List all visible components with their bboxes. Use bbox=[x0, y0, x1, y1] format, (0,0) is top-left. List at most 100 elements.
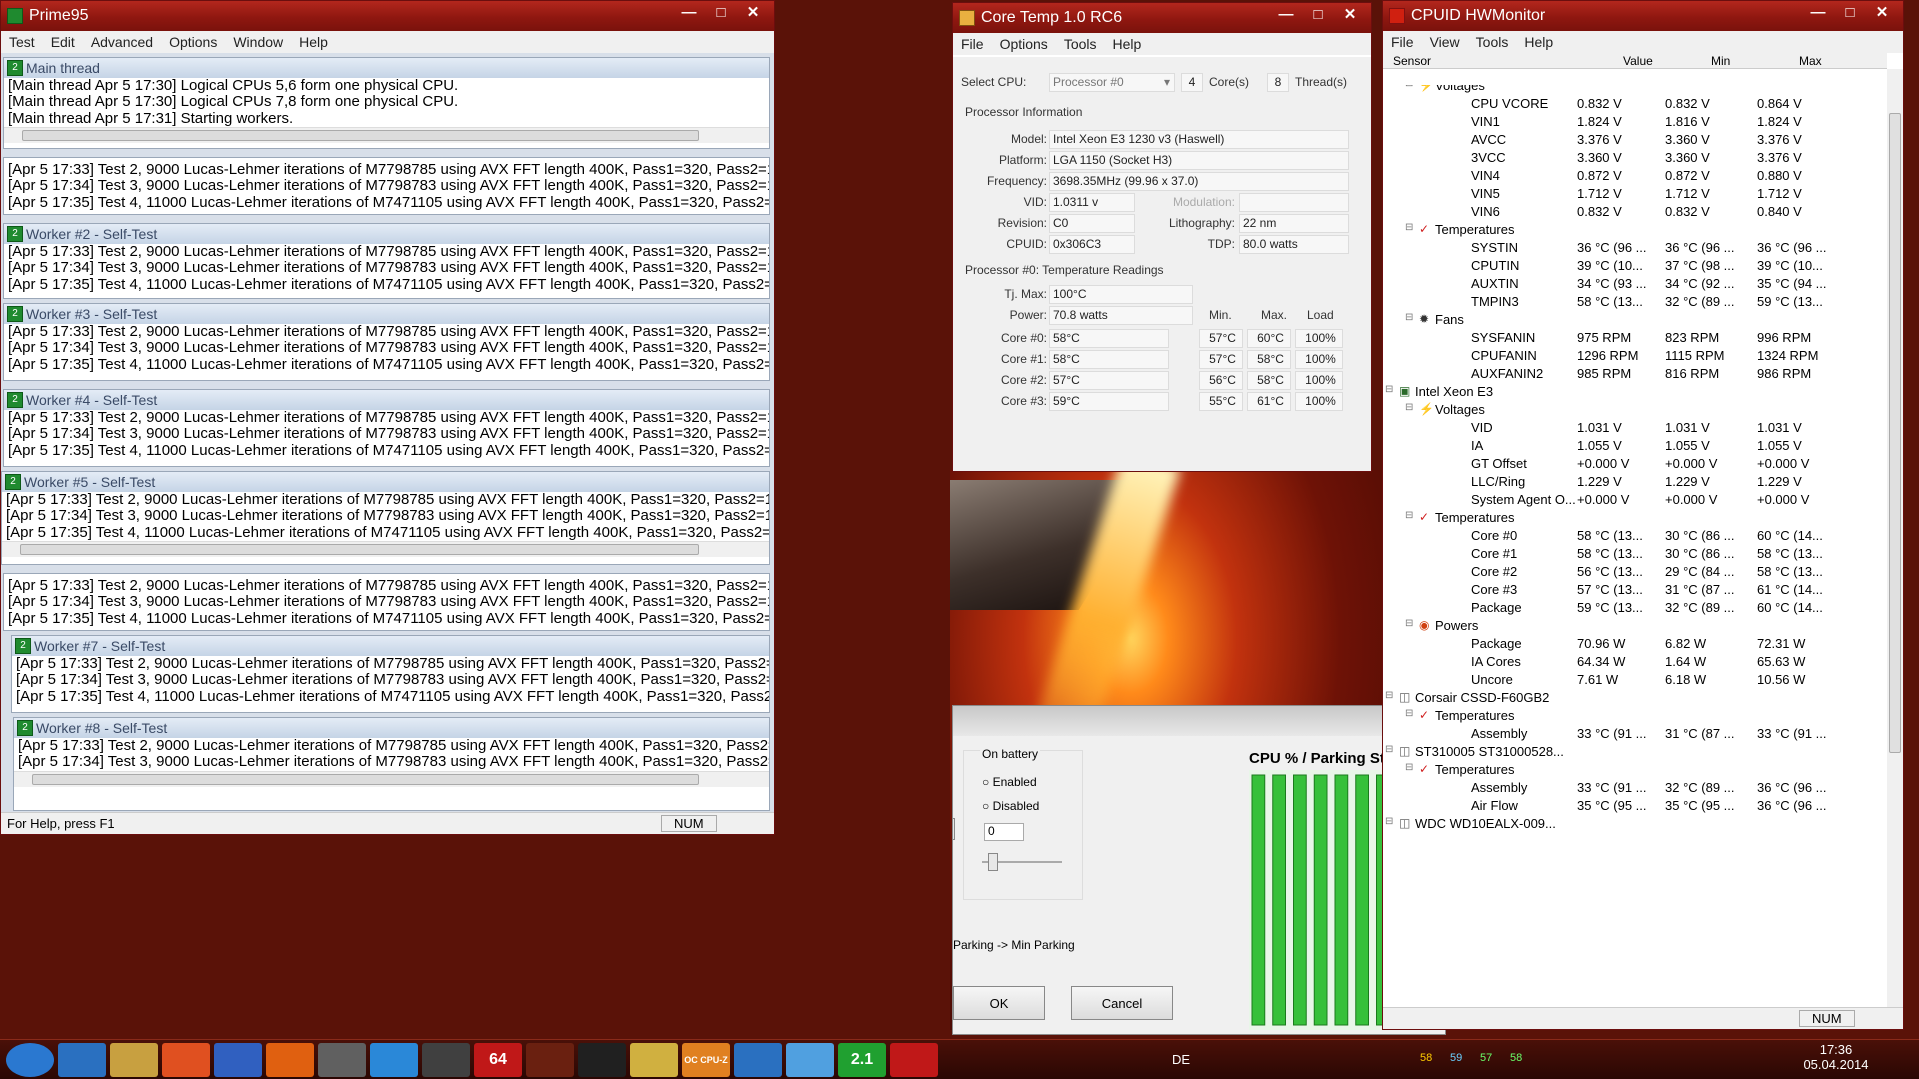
media-player-icon[interactable] bbox=[162, 1043, 210, 1077]
cancel-button[interactable]: Cancel bbox=[1071, 986, 1173, 1020]
sensor-row[interactable]: IA 1.055 V 1.055 V 1.055 V bbox=[1383, 437, 1887, 455]
sensor-row[interactable]: Core #0 58 °C (13... 30 °C (86 ... 60 °C (1… bbox=[1383, 527, 1887, 545]
sensor-row[interactable]: 3VCC 3.360 V 3.360 V 3.376 V bbox=[1383, 149, 1887, 167]
expand-toggle-icon[interactable]: ⊟ bbox=[1385, 816, 1393, 827]
cpu-select[interactable]: Processor #0 ▾ bbox=[1049, 73, 1175, 92]
sensor-row[interactable]: ⊟ ✓ Temperatures bbox=[1383, 707, 1887, 725]
close-button[interactable]: ✕ bbox=[1867, 1, 1897, 23]
sensor-row[interactable]: LLC/Ring 1.229 V 1.229 V 1.229 V bbox=[1383, 473, 1887, 491]
max-column-header[interactable]: Max bbox=[1799, 54, 1822, 68]
sensor-row[interactable]: Air Flow 35 °C (95 ... 35 °C (95 ... 36 °C … bbox=[1383, 797, 1887, 815]
sensor-row[interactable]: VID 1.031 V 1.031 V 1.031 V bbox=[1383, 419, 1887, 437]
menu-item[interactable]: Options bbox=[992, 36, 1056, 52]
expand-toggle-icon[interactable]: ⊟ bbox=[1405, 708, 1413, 719]
sensor-row[interactable]: VIN1 1.824 V 1.816 V 1.824 V bbox=[1383, 113, 1887, 131]
maximize-button[interactable]: □ bbox=[706, 1, 736, 23]
start-orb-icon[interactable] bbox=[6, 1043, 54, 1077]
slider-thumb[interactable] bbox=[953, 818, 955, 840]
menu-item[interactable]: Test bbox=[1, 34, 43, 50]
menu-item[interactable]: Window bbox=[225, 34, 291, 50]
slider-thumb[interactable] bbox=[988, 853, 998, 871]
vertical-scrollbar[interactable] bbox=[1887, 69, 1903, 1007]
aida64-icon[interactable]: 64 bbox=[474, 1043, 522, 1077]
sensor-row[interactable]: Core #2 56 °C (13... 29 °C (84 ... 58 °C (1… bbox=[1383, 563, 1887, 581]
ok-button[interactable]: OK bbox=[953, 986, 1045, 1020]
menu-item[interactable]: Tools bbox=[1468, 34, 1517, 50]
enabled-radio[interactable]: ○ Enabled bbox=[982, 775, 1037, 789]
worker-6-window[interactable]: [Apr 5 17:33] Test 2, 9000 Lucas-Lehmer … bbox=[3, 573, 770, 631]
worker-8-window[interactable]: 2 Worker #8 - Self-Test [Apr 5 17:33] Tes… bbox=[13, 717, 770, 811]
worker-5-window[interactable]: 2 Worker #5 - Self-Test [Apr 5 17:33] Tes… bbox=[1, 471, 770, 565]
worker-1-window[interactable]: [Apr 5 17:33] Test 2, 9000 Lucas-Lehmer … bbox=[3, 157, 770, 215]
thunderbird-icon[interactable] bbox=[214, 1043, 262, 1077]
horizontal-scrollbar[interactable] bbox=[4, 127, 769, 144]
sensor-row[interactable]: Core #3 57 °C (13... 31 °C (87 ... 61 °C (1… bbox=[1383, 581, 1887, 599]
expand-toggle-icon[interactable]: ⊟ bbox=[1405, 312, 1413, 323]
worker-7-window[interactable]: 2 Worker #7 - Self-Test [Apr 5 17:33] Tes… bbox=[11, 635, 770, 713]
colors-icon[interactable] bbox=[786, 1043, 834, 1077]
sensor-row[interactable]: AVCC 3.376 V 3.360 V 3.376 V bbox=[1383, 131, 1887, 149]
cd-icon[interactable] bbox=[318, 1043, 366, 1077]
sensor-row[interactable]: VIN6 0.832 V 0.832 V 0.840 V bbox=[1383, 203, 1887, 221]
sensor-row[interactable]: ⊟ ✹ Fans bbox=[1383, 311, 1887, 329]
sensor-row[interactable]: Package 59 °C (13... 32 °C (89 ... 60 °C (1… bbox=[1383, 599, 1887, 617]
tray-core-temp[interactable]: 59 bbox=[1450, 1052, 1462, 1064]
menu-item[interactable]: File bbox=[1383, 34, 1422, 50]
sensor-row[interactable]: IA Cores 64.34 W 1.64 W 65.63 W bbox=[1383, 653, 1887, 671]
sensor-row[interactable]: CPUTIN 39 °C (10... 37 °C (98 ... 39 °C (10… bbox=[1383, 257, 1887, 275]
sensor-row[interactable]: ⊟ ⚡Voltages bbox=[1383, 85, 1887, 95]
hwmonitor-titlebar[interactable]: CPUID HWMonitor — □ ✕ bbox=[1383, 1, 1903, 31]
horizontal-scrollbar[interactable] bbox=[14, 770, 769, 787]
menu-item[interactable]: Edit bbox=[43, 34, 83, 50]
clock[interactable]: 17:36 05.04.2014 bbox=[1796, 1042, 1876, 1072]
value-column-header[interactable]: Value bbox=[1623, 54, 1653, 68]
disabled-radio[interactable]: ○ Disabled bbox=[982, 799, 1039, 813]
sensor-column-header[interactable]: Sensor bbox=[1393, 54, 1431, 68]
sensor-row[interactable]: ⊟ ✓ Temperatures bbox=[1383, 761, 1887, 779]
tray-core-temp[interactable]: 58 bbox=[1510, 1052, 1522, 1064]
expand-toggle-icon[interactable]: ⊟ bbox=[1385, 690, 1393, 701]
sensor-row[interactable]: System Agent O... +0.000 V +0.000 V +0.000 … bbox=[1383, 491, 1887, 509]
tray-core-temp[interactable]: 57 bbox=[1480, 1052, 1492, 1064]
explorer-icon[interactable] bbox=[110, 1043, 158, 1077]
menu-item[interactable]: File bbox=[953, 36, 992, 52]
sensor-row[interactable]: ⊟ ✓ Temperatures bbox=[1383, 221, 1887, 239]
sensor-row[interactable]: GT Offset +0.000 V +0.000 V +0.000 V bbox=[1383, 455, 1887, 473]
sensor-row[interactable]: CPUFANIN 1296 RPM 1115 RPM 1324 RPM bbox=[1383, 347, 1887, 365]
tray-core-temp[interactable]: 58 bbox=[1420, 1052, 1432, 1064]
sensor-row[interactable]: Assembly 33 °C (91 ... 31 °C (87 ... 33 °C … bbox=[1383, 725, 1887, 743]
expand-toggle-icon[interactable]: ⊟ bbox=[1405, 222, 1413, 233]
dialog-titlebar[interactable]: ✕ bbox=[953, 706, 1445, 736]
expand-toggle-icon[interactable]: ⊟ bbox=[1405, 402, 1413, 413]
main-thread-window[interactable]: 2 Main thread [Main thread Apr 5 17:30] L… bbox=[3, 57, 770, 149]
sensor-row[interactable]: ⊟ ◫ ST310005 ST31000528... bbox=[1383, 743, 1887, 761]
expand-toggle-icon[interactable]: ⊟ bbox=[1405, 510, 1413, 521]
expand-toggle-icon[interactable]: ⊟ bbox=[1385, 744, 1393, 755]
firefox-icon[interactable] bbox=[266, 1043, 314, 1077]
worker-4-window[interactable]: 2 Worker #4 - Self-Test [Apr 5 17:33] Tes… bbox=[3, 389, 770, 467]
language-indicator[interactable]: DE bbox=[1172, 1052, 1190, 1067]
expand-toggle-icon[interactable]: ⊟ bbox=[1405, 85, 1413, 89]
minimize-button[interactable]: — bbox=[1271, 3, 1301, 25]
sensor-row[interactable]: VIN4 0.872 V 0.872 V 0.880 V bbox=[1383, 167, 1887, 185]
worker-2-window[interactable]: 2 Worker #2 - Self-Test [Apr 5 17:33] Tes… bbox=[3, 223, 770, 299]
video-icon[interactable] bbox=[734, 1043, 782, 1077]
coretemp-icon[interactable] bbox=[890, 1043, 938, 1077]
maximize-button[interactable]: □ bbox=[1835, 1, 1865, 23]
value-field[interactable]: 0 bbox=[984, 823, 1024, 841]
sensor-row[interactable]: VIN5 1.712 V 1.712 V 1.712 V bbox=[1383, 185, 1887, 203]
tool-icon[interactable] bbox=[526, 1043, 574, 1077]
horizontal-scrollbar[interactable] bbox=[2, 541, 769, 558]
menu-item[interactable]: Help bbox=[291, 34, 336, 50]
scrollbar-thumb[interactable] bbox=[1889, 113, 1901, 753]
sensor-row[interactable]: AUXTIN 34 °C (93 ... 34 °C (92 ... 35 °C (9… bbox=[1383, 275, 1887, 293]
sensor-row[interactable]: ⊟ ◫ WDC WD10EALX-009... bbox=[1383, 815, 1887, 833]
menu-item[interactable]: Help bbox=[1105, 36, 1150, 52]
media-icon[interactable] bbox=[370, 1043, 418, 1077]
sensor-row[interactable]: ⊟ ▣ Intel Xeon E3 bbox=[1383, 383, 1887, 401]
sensor-row[interactable]: SYSTIN 36 °C (96 ... 36 °C (96 ... 36 °C (9… bbox=[1383, 239, 1887, 257]
sensor-row[interactable]: ⊟ ⚡Voltages bbox=[1383, 401, 1887, 419]
menu-item[interactable]: Advanced bbox=[83, 34, 161, 50]
menu-item[interactable]: Tools bbox=[1056, 36, 1105, 52]
worker-3-window[interactable]: 2 Worker #3 - Self-Test [Apr 5 17:33] Tes… bbox=[3, 303, 770, 381]
